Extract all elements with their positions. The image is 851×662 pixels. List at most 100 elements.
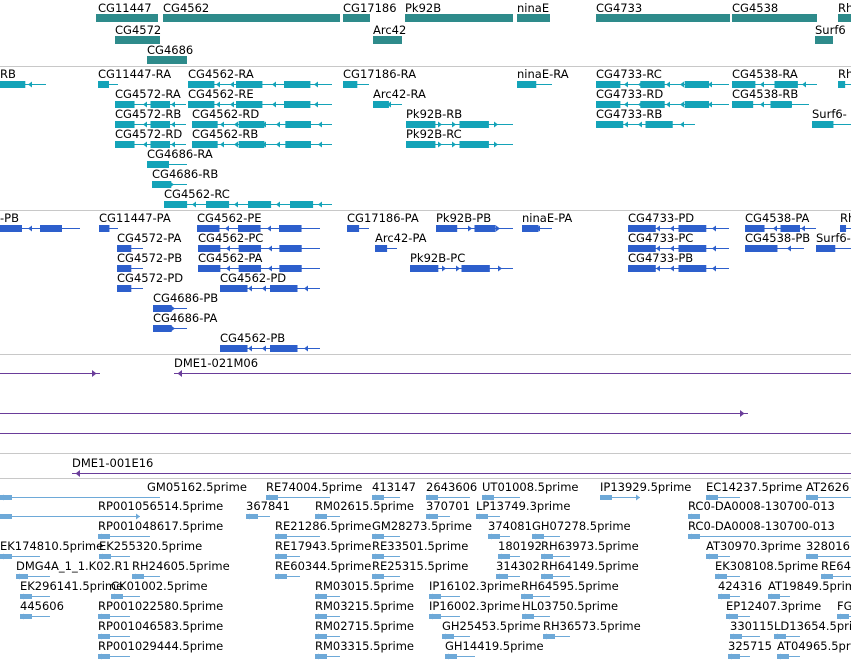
ests-feature[interactable]: GH07278.5prime — [532, 519, 631, 540]
proteins-feature[interactable]: CG4562-PD — [220, 271, 320, 292]
transcripts-feature[interactable]: CG4572-RD — [115, 127, 186, 148]
transcripts-feature[interactable]: Pk92B-RC — [406, 127, 513, 148]
ests-feature[interactable]: 445606 — [20, 599, 64, 620]
transcripts-feature[interactable]: Pk92B-RB — [406, 107, 513, 128]
proteins-feature[interactable]: CG4562-PB — [220, 331, 320, 352]
proteins-feature[interactable]: CG4538-PB — [745, 231, 810, 252]
ests-feature[interactable]: RP001029444.5prime — [98, 639, 223, 660]
proteins-feature[interactable]: CG4733-PC — [628, 231, 729, 252]
transcripts-feature[interactable]: CG4562-RC — [164, 187, 332, 208]
proteins-feature[interactable]: CG11447-PA — [99, 211, 171, 232]
ests-feature[interactable]: EK308108.5prime — [715, 559, 818, 580]
ests-feature[interactable]: RE21286.5prime — [275, 519, 371, 540]
transcripts-feature[interactable]: Rh — [838, 67, 851, 88]
proteins-feature[interactable]: Surf6- — [816, 231, 851, 252]
genes-feature[interactable]: Pk92B — [405, 1, 513, 22]
genes-feature[interactable]: CG4538 — [732, 1, 817, 22]
clones-feature[interactable] — [174, 370, 851, 377]
proteins-feature[interactable]: CG4562-PA — [198, 251, 320, 272]
ests-feature[interactable]: GH25453.5prime — [442, 619, 541, 640]
ests-feature[interactable]: EK296141.5prime — [20, 579, 123, 600]
transcripts-feature[interactable]: Surf6- — [812, 107, 851, 128]
ests-feature[interactable]: UT01008.5prime — [482, 480, 579, 501]
ests-feature[interactable]: 180192 — [498, 539, 542, 560]
ests-feature[interactable]: LD13654.5prime — [774, 619, 851, 640]
clones-feature[interactable]: DME1-001E16 — [72, 456, 851, 477]
genes-feature[interactable]: Surf6 — [815, 23, 846, 44]
ests-feature[interactable]: IP16002.3prime — [429, 599, 520, 620]
ests-feature[interactable]: 374081 — [488, 519, 532, 540]
ests-feature[interactable]: 2643606 — [426, 480, 477, 501]
ests-feature[interactable]: RE60344.5prime — [275, 559, 371, 580]
ests-feature[interactable]: RE64 — [821, 559, 851, 580]
ests-feature[interactable]: GM28273.5prime — [372, 519, 472, 540]
ests-feature[interactable]: RM02615.5prime — [315, 499, 414, 520]
ests-feature[interactable]: AT19849.5prime — [768, 579, 851, 600]
proteins-feature[interactable]: Pk92B-PC — [410, 251, 513, 272]
genes-feature[interactable]: Arc42 — [373, 23, 406, 44]
genes-feature[interactable]: ninaE — [517, 1, 550, 22]
proteins-feature[interactable]: ninaE-PA — [522, 211, 572, 232]
ests-feature[interactable]: 325715 — [728, 639, 772, 660]
ests-feature[interactable]: EP12407.3prime — [726, 599, 821, 620]
transcripts-feature[interactable]: CG4733-RD — [596, 87, 729, 108]
transcripts-feature[interactable]: CG4562-RB — [192, 127, 332, 148]
ests-feature[interactable]: RE33501.5prime — [372, 539, 468, 560]
ests-feature[interactable]: 328016 — [806, 539, 851, 560]
proteins-feature[interactable]: CG4686-PA — [153, 311, 218, 332]
proteins-feature[interactable]: CG4733-PB — [628, 251, 729, 272]
ests-feature[interactable]: IP13929.5prime — [600, 480, 691, 501]
ests-feature[interactable]: RH24605.5prime — [132, 559, 230, 580]
ests-feature[interactable]: RM03315.5prime — [315, 639, 414, 660]
ests-feature[interactable]: 413147 — [372, 480, 416, 501]
ests-feature[interactable]: EC14237.5prime — [706, 480, 802, 501]
ests-feature[interactable]: CK01002.5prime — [111, 579, 208, 600]
ests-feature[interactable]: RH64595.5prime — [521, 579, 619, 600]
transcripts-feature[interactable]: CG4562-RA — [188, 67, 332, 88]
transcripts-feature[interactable]: CG4686-RB — [152, 167, 218, 188]
ests-feature[interactable]: RP001056514.5prime — [0, 499, 223, 520]
genes-feature[interactable]: CG4572 — [115, 23, 161, 44]
proteins-feature[interactable]: CG4686-PB — [153, 291, 218, 312]
ests-feature[interactable]: AT04965.5prime — [777, 639, 851, 660]
transcripts-feature[interactable]: CG4562-RD — [192, 107, 332, 128]
proteins-feature[interactable]: CG17186-PA — [347, 211, 419, 232]
ests-feature[interactable]: IP16102.3prime — [429, 579, 520, 600]
genes-feature[interactable]: CG11447 — [96, 1, 158, 22]
proteins-feature[interactable]: Pk92B-PB — [436, 211, 513, 232]
ests-feature[interactable]: GH14419.5prime — [445, 639, 544, 660]
genes-feature[interactable]: Rh — [838, 1, 851, 22]
proteins-feature[interactable]: CG4733-PD — [628, 211, 729, 232]
ests-feature[interactable]: RE25315.5prime — [372, 559, 468, 580]
transcripts-feature[interactable]: CG4733-RC — [596, 67, 729, 88]
proteins-feature[interactable]: CG4562-PC — [198, 231, 320, 252]
proteins-feature[interactable]: CG4562-PE — [197, 211, 320, 232]
ests-feature[interactable]: LP13749.3prime — [476, 499, 570, 520]
genes-feature[interactable]: CG4562 — [163, 1, 340, 22]
ests-feature[interactable]: RC0-DA0008-130700-013 — [688, 519, 851, 540]
ests-feature[interactable]: EK174810.5prime — [0, 539, 103, 560]
proteins-feature[interactable]: CG4572-PB — [117, 251, 182, 272]
ests-feature[interactable]: RH36573.5prime — [543, 619, 641, 640]
ests-feature[interactable]: RP001046583.5prime — [98, 619, 223, 640]
ests-feature[interactable]: RP001022580.5prime — [98, 599, 223, 620]
ests-feature[interactable]: 424316 — [718, 579, 762, 600]
ests-feature[interactable]: RH64149.5prime — [541, 559, 639, 580]
transcripts-feature[interactable]: CG4733-RB — [596, 107, 695, 128]
ests-feature[interactable]: RM03015.5prime — [315, 579, 414, 600]
proteins-feature[interactable]: -PB — [0, 211, 80, 232]
ests-feature[interactable]: RP001048617.5prime — [98, 519, 223, 540]
ests-feature[interactable]: RH63973.5prime — [541, 539, 639, 560]
ests-feature[interactable]: FGM — [837, 599, 851, 620]
transcripts-feature[interactable]: CG4686-RA — [147, 147, 213, 168]
ests-feature[interactable]: RM02715.5prime — [315, 619, 414, 640]
ests-feature[interactable]: RE74004.5prime — [266, 480, 362, 501]
transcripts-feature[interactable]: CG17186-RA — [343, 67, 416, 88]
clones-feature[interactable] — [0, 410, 748, 417]
transcripts-feature[interactable]: CG4538-RA — [732, 67, 817, 88]
ests-feature[interactable]: EK255320.5prime — [99, 539, 202, 560]
proteins-feature[interactable]: CG4572-PA — [117, 231, 182, 252]
ests-feature[interactable]: AT2626 — [806, 480, 851, 501]
ests-feature[interactable]: RM03215.5prime — [315, 599, 414, 620]
ests-feature[interactable]: HL03750.5prime — [522, 599, 618, 620]
